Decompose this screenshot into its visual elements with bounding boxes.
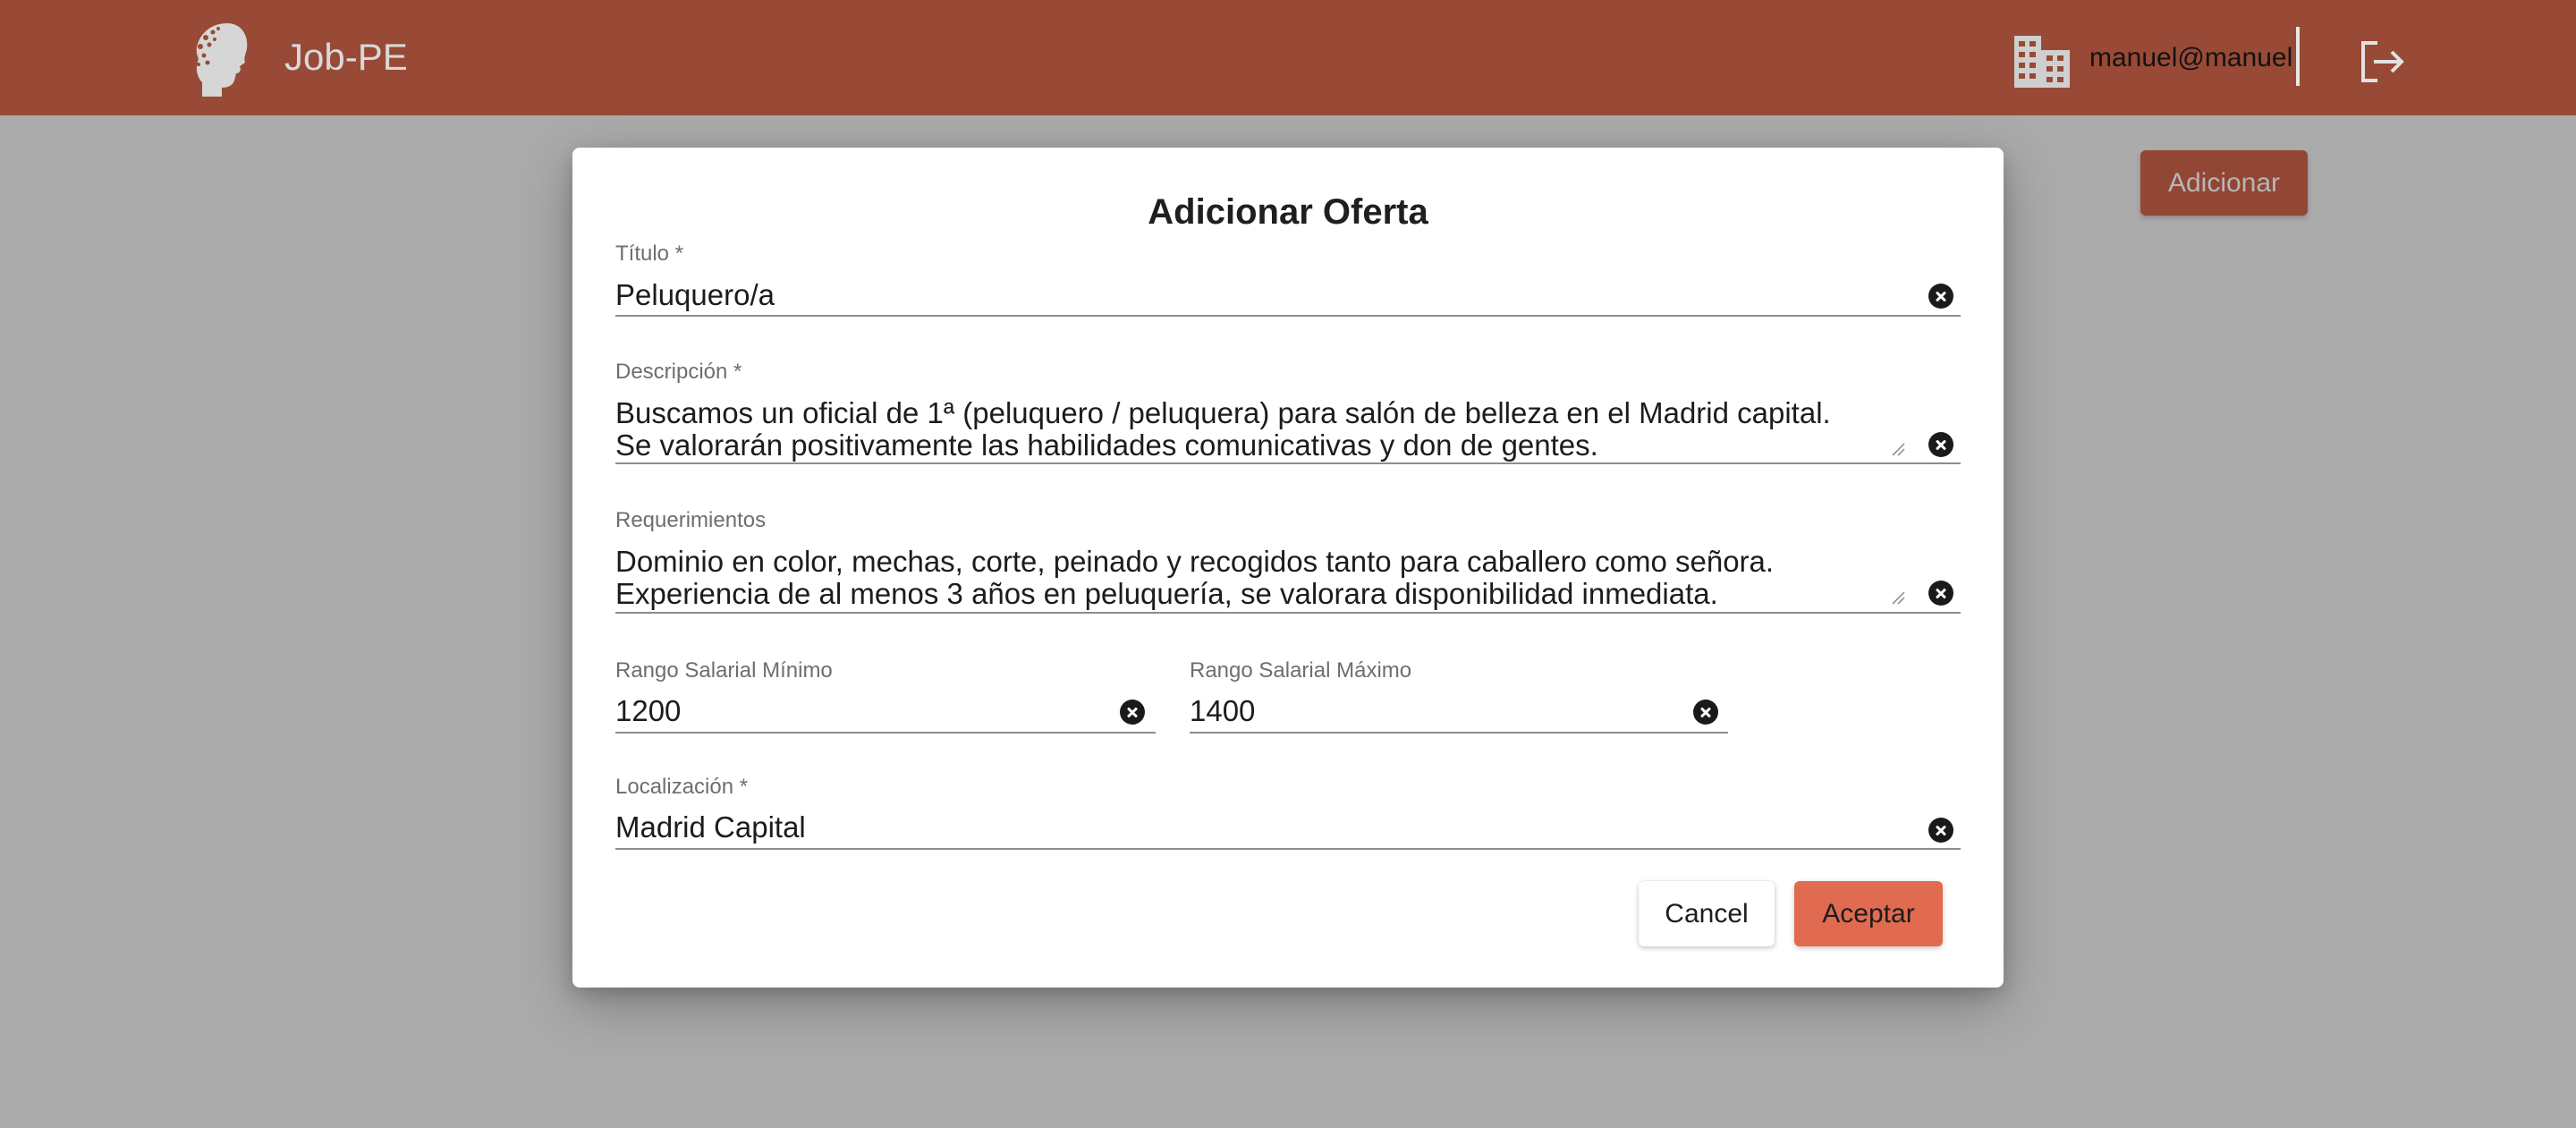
descripcion-clear-icon[interactable] — [1928, 432, 1953, 457]
cancel-button[interactable]: Cancel — [1639, 881, 1775, 946]
dialog-title: Adicionar Oferta — [1148, 192, 1428, 232]
descripcion-textarea[interactable]: Buscamos un oficial de 1ª (peluquero / p… — [615, 397, 1831, 462]
localizacion-clear-icon[interactable] — [1928, 818, 1953, 843]
logout-icon — [2361, 41, 2404, 82]
salario-min-input[interactable]: 1200 — [615, 695, 681, 727]
titulo-input[interactable]: Peluquero/a — [615, 279, 775, 311]
titulo-underline — [615, 315, 1961, 317]
header-divider — [2296, 27, 2300, 86]
localizacion-underline — [615, 848, 1961, 850]
logout-button[interactable] — [2358, 39, 2406, 84]
salario-min-clear-icon[interactable] — [1120, 700, 1145, 725]
add-offer-dialog: Adicionar Oferta Título * Peluquero/a De… — [572, 148, 2004, 988]
woman-profile-logo-icon[interactable] — [188, 18, 252, 97]
descripcion-field[interactable]: Descripción * Buscamos un oficial de 1ª … — [615, 360, 1961, 467]
titulo-field[interactable]: Título * Peluquero/a — [615, 242, 1961, 318]
requerimientos-underline — [615, 612, 1961, 614]
localizacion-field[interactable]: Localización * Madrid Capital — [615, 775, 1961, 852]
salario-max-underline — [1190, 732, 1728, 734]
salario-max-clear-icon[interactable] — [1693, 700, 1718, 725]
accept-button[interactable]: Aceptar — [1794, 881, 1943, 946]
brand-title: Job-PE — [284, 36, 408, 78]
requerimientos-label: Requerimientos — [615, 508, 767, 532]
salario-max-field[interactable]: Rango Salarial Máximo 1400 — [1190, 658, 1728, 735]
titulo-label: Título * — [615, 242, 684, 266]
salario-max-input[interactable]: 1400 — [1190, 695, 1255, 727]
localizacion-label: Localización * — [615, 775, 749, 799]
user-email: manuel@manuel — [2089, 43, 2293, 72]
requerimientos-textarea[interactable]: Dominio en color, mechas, corte, peinado… — [615, 546, 1774, 610]
building-icon[interactable] — [2014, 36, 2070, 88]
add-offer-button[interactable]: Adicionar — [2140, 150, 2308, 216]
descripcion-label: Descripción * — [615, 360, 742, 384]
resize-handle-icon[interactable] — [1891, 442, 1905, 456]
resize-handle-icon[interactable] — [1891, 590, 1905, 605]
salario-min-underline — [615, 732, 1156, 734]
titulo-clear-icon[interactable] — [1928, 284, 1953, 309]
localizacion-input[interactable]: Madrid Capital — [615, 811, 806, 844]
app-bar: Job-PE manuel@manuel — [0, 0, 2576, 115]
requerimientos-clear-icon[interactable] — [1928, 581, 1953, 606]
salario-min-label: Rango Salarial Mínimo — [615, 658, 833, 683]
salario-max-label: Rango Salarial Máximo — [1190, 658, 1412, 683]
salario-min-field[interactable]: Rango Salarial Mínimo 1200 — [615, 658, 1156, 735]
requerimientos-field[interactable]: Requerimientos Dominio en color, mechas,… — [615, 508, 1961, 615]
descripcion-underline — [615, 462, 1961, 464]
